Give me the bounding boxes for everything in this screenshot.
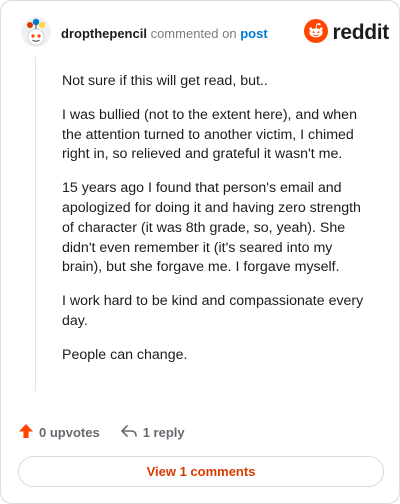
reddit-wordmark: reddit (332, 21, 389, 44)
reply-arrow-icon (120, 423, 143, 442)
reply-count: 1 reply (142, 424, 185, 440)
upvote-button[interactable]: 0 upvotes (18, 423, 100, 442)
user-avatar[interactable] (21, 17, 51, 47)
upvote-arrow-icon (18, 423, 39, 442)
view-comments-button[interactable]: View 1 comments (18, 456, 384, 487)
upvote-count: 0 upvotes (39, 424, 100, 440)
comment-paragraph: I was bullied (not to the extent here), … (62, 106, 357, 163)
comment-embed-card: dropthepencil commented on post reddit N… (0, 0, 400, 504)
author-line: dropthepencil commented on post (61, 26, 268, 42)
post-link[interactable]: post (240, 26, 267, 41)
comment-body: Not sure if this will get read, but.. I … (62, 72, 372, 380)
comment-paragraph: 15 years ago I found that person's email… (62, 180, 361, 276)
comment-paragraph: Not sure if this will get read, but.. (62, 73, 268, 89)
thread-line (35, 57, 36, 391)
commented-on-text: commented on (150, 26, 237, 41)
comment-paragraph: People can change. (62, 346, 188, 363)
author-name[interactable]: dropthepencil (61, 26, 147, 41)
reddit-snoo-icon (304, 18, 329, 48)
reddit-logo[interactable]: reddit (304, 18, 389, 48)
comment-paragraph: I work hard to be kind and compassionate… (62, 293, 364, 329)
reply-button[interactable]: 1 reply (120, 423, 185, 442)
comment-actions: 0 upvotes 1 reply (18, 421, 185, 443)
comment-header: dropthepencil commented on post reddit (21, 17, 389, 53)
